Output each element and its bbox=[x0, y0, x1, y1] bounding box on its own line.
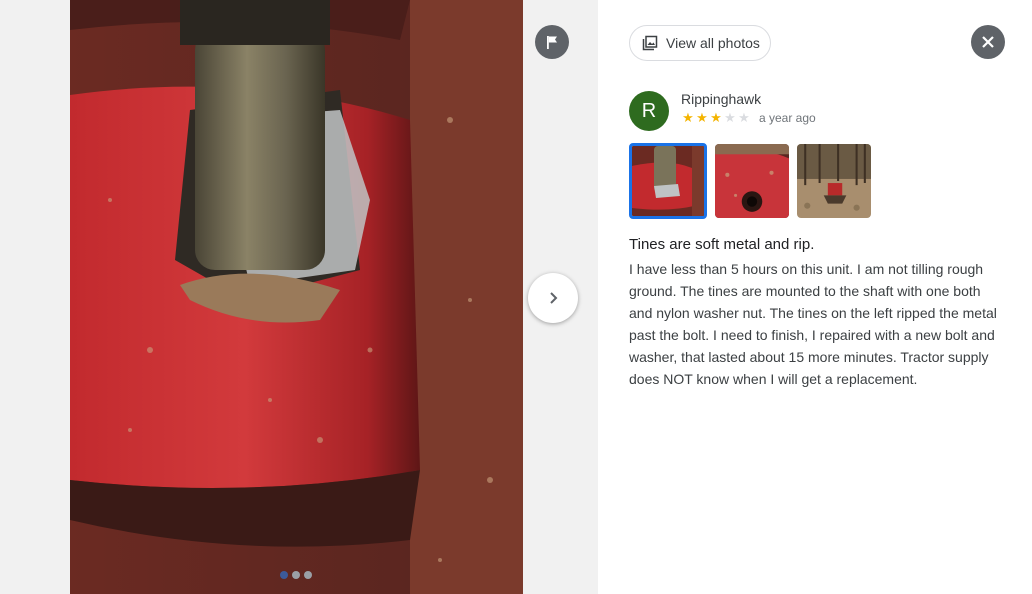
review-text: I have less than 5 hours on this unit. I… bbox=[629, 261, 997, 387]
close-icon bbox=[982, 36, 994, 48]
view-all-photos-label: View all photos bbox=[666, 35, 760, 51]
photo-thumbnail-1[interactable] bbox=[629, 143, 707, 219]
star-icon: ★ bbox=[710, 110, 722, 125]
photo-library-icon bbox=[642, 35, 658, 51]
star-icon: ★ bbox=[696, 110, 708, 125]
next-photo-button[interactable] bbox=[528, 273, 578, 323]
star-icon: ★ bbox=[724, 110, 736, 125]
author-name[interactable]: Rippinghawk bbox=[681, 91, 761, 107]
rating-row: ★ ★ ★ ★ ★ a year ago bbox=[681, 111, 816, 126]
star-icon: ★ bbox=[738, 110, 750, 125]
photo-pager-dots bbox=[280, 571, 312, 579]
report-photo-button[interactable] bbox=[535, 25, 569, 59]
pager-dot-2[interactable] bbox=[292, 571, 300, 579]
photo-thumbnails bbox=[629, 143, 871, 219]
photo-thumbnail-3[interactable] bbox=[797, 144, 871, 218]
flag-icon bbox=[547, 36, 557, 49]
review-title: Tines are soft metal and rip. bbox=[629, 236, 815, 253]
review-date: a year ago bbox=[759, 111, 816, 125]
pager-dot-3[interactable] bbox=[304, 571, 312, 579]
photo-thumbnail-2[interactable] bbox=[715, 144, 789, 218]
pager-dot-1[interactable] bbox=[280, 571, 288, 579]
avatar[interactable]: R bbox=[629, 91, 669, 131]
chevron-right-icon bbox=[550, 292, 558, 304]
star-rating: ★ ★ ★ ★ ★ bbox=[681, 111, 751, 125]
star-icon: ★ bbox=[682, 110, 694, 125]
view-all-photos-button[interactable]: View all photos bbox=[629, 25, 771, 61]
photo-viewer bbox=[0, 0, 598, 594]
close-button[interactable] bbox=[971, 25, 1005, 59]
review-panel: View all photos R Rippinghawk ★ ★ ★ ★ ★ … bbox=[598, 0, 1032, 594]
review-photo bbox=[70, 0, 523, 594]
